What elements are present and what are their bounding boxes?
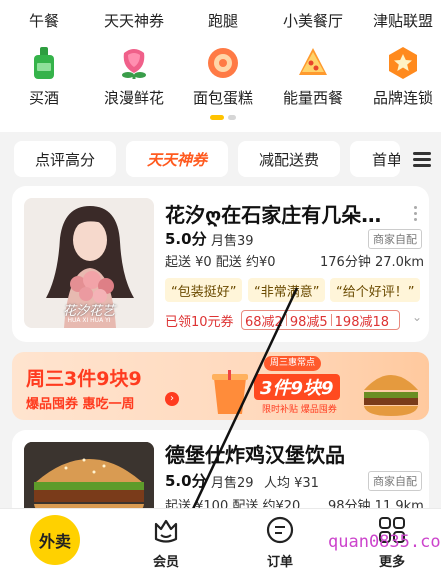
- watermark-text: quan0835.com: [328, 532, 441, 552]
- category-label: 品牌连锁: [372, 89, 433, 107]
- delivery-tag: 商家自配: [368, 229, 422, 249]
- monthly-sales: 月售29: [211, 476, 254, 491]
- category-buy-wine[interactable]: 买酒: [2, 45, 86, 108]
- burger-icon: [364, 375, 418, 416]
- category-bakery[interactable]: 面包蛋糕: [181, 45, 265, 108]
- banner-badge-sub: 限时补贴 爆品囤券: [262, 405, 337, 415]
- category-label: 能量西餐: [282, 89, 343, 107]
- nav-member[interactable]: 会员: [151, 515, 181, 570]
- average-price: 人均 ¥31: [264, 476, 319, 491]
- banner-badge-top: 周三惠常点: [264, 356, 322, 371]
- coupon-2: 98减5: [289, 314, 328, 330]
- filter-top-rated[interactable]: 点评高分: [14, 141, 116, 177]
- filter-reduced-delivery[interactable]: 减配送费: [238, 141, 340, 177]
- shop-name[interactable]: 花汐ღ在石家庄有几朵…: [165, 199, 405, 228]
- banner-title: 周三3件9块9: [26, 368, 142, 390]
- flower-icon: [116, 45, 152, 81]
- more-options-icon[interactable]: [414, 206, 418, 221]
- delivery-fees: 起送 ¥0 配送 约¥0: [165, 255, 276, 270]
- filter-first-order[interactable]: 首单: [350, 141, 400, 177]
- nav-orders[interactable]: 订单: [265, 515, 295, 570]
- category-lunch[interactable]: 午餐: [29, 10, 59, 31]
- order-list-icon: [266, 516, 294, 544]
- category-brand-chain[interactable]: 品牌连锁: [361, 45, 441, 108]
- category-flowers[interactable]: 浪漫鲜花: [92, 45, 176, 108]
- review-tag: “非常满意”: [248, 278, 326, 302]
- delivery-time-distance: 176分钟 27.0km: [320, 255, 425, 270]
- coupon-3: 198减18: [334, 314, 390, 330]
- active-page-dot: [210, 115, 224, 120]
- shop-image: 花汐花艺 HUA XI HUA YI: [24, 198, 154, 328]
- arrow-right-icon: ›: [165, 392, 179, 406]
- filter-bar: 点评高分 天天神券 减配送费 首单: [0, 136, 441, 182]
- inactive-page-dot: [228, 115, 236, 120]
- filter-daily-coupon[interactable]: 天天神券: [126, 141, 228, 177]
- filter-menu-icon[interactable]: [413, 152, 431, 167]
- shop-name[interactable]: 德堡仕炸鸡汉堡饮品: [165, 439, 415, 468]
- top-category-row: 午餐 天天神券 跑腿 小美餐厅 津贴联盟: [0, 0, 441, 36]
- category-label: 浪漫鲜花: [103, 89, 164, 107]
- shop-logo-subtext: HUA XI HUA YI: [67, 317, 111, 324]
- category-western-food[interactable]: 能量西餐: [271, 45, 355, 108]
- banner-subtitle: 爆品囤券 惠吃一周: [26, 397, 135, 412]
- monthly-sales: 月售39: [211, 234, 254, 249]
- promo-banner[interactable]: 周三3件9块9 爆品囤券 惠吃一周 › 周三惠常点 3件9块9 限时补贴 爆品囤…: [12, 352, 429, 420]
- shop-card[interactable]: 德堡仕炸鸡汉堡饮品 5.0分 月售29 人均 ¥31 商家自配 起送 ¥100 …: [12, 430, 429, 520]
- drink-cup-icon: [212, 370, 248, 414]
- review-tag: “给个好评！”: [330, 278, 421, 302]
- nav-label: 订单: [266, 555, 293, 570]
- shop-card[interactable]: 花汐花艺 HUA XI HUA YI 花汐ღ在石家庄有几朵… 5.0分 月售39…: [12, 186, 429, 342]
- discount-coupons: 68减2 98减5 198减18: [241, 310, 400, 330]
- category-errand[interactable]: 跑腿: [208, 10, 238, 31]
- nav-label: 更多: [378, 555, 405, 570]
- nav-label: 会员: [152, 555, 179, 570]
- carousel-indicator: [210, 115, 236, 120]
- chevron-down-icon[interactable]: ⌄: [412, 310, 422, 324]
- brand-star-icon: [385, 45, 421, 81]
- category-label: 买酒: [28, 89, 59, 107]
- delivery-tag: 商家自配: [368, 471, 422, 491]
- nav-waimai[interactable]: 外卖: [30, 515, 80, 565]
- banner-badge-main: 3件9块9: [254, 374, 340, 400]
- category-daily-coupon[interactable]: 天天神券: [104, 10, 164, 31]
- shop-score: 5.0分: [165, 472, 207, 490]
- crown-face-icon: [154, 519, 178, 543]
- category-xiaomei-restaurant[interactable]: 小美餐厅: [283, 10, 343, 31]
- category-allowance-alliance[interactable]: 津贴联盟: [373, 10, 433, 31]
- pizza-icon: [295, 45, 331, 81]
- shop-score: 5.0分: [165, 230, 207, 248]
- coupon-received-label: 已领10元券: [165, 315, 234, 330]
- wine-bottle-icon: [26, 45, 62, 81]
- cake-icon: [205, 45, 241, 81]
- coupon-1: 68减2: [245, 314, 283, 330]
- category-label: 面包蛋糕: [192, 89, 253, 107]
- review-tag: “包装挺好”: [165, 278, 243, 302]
